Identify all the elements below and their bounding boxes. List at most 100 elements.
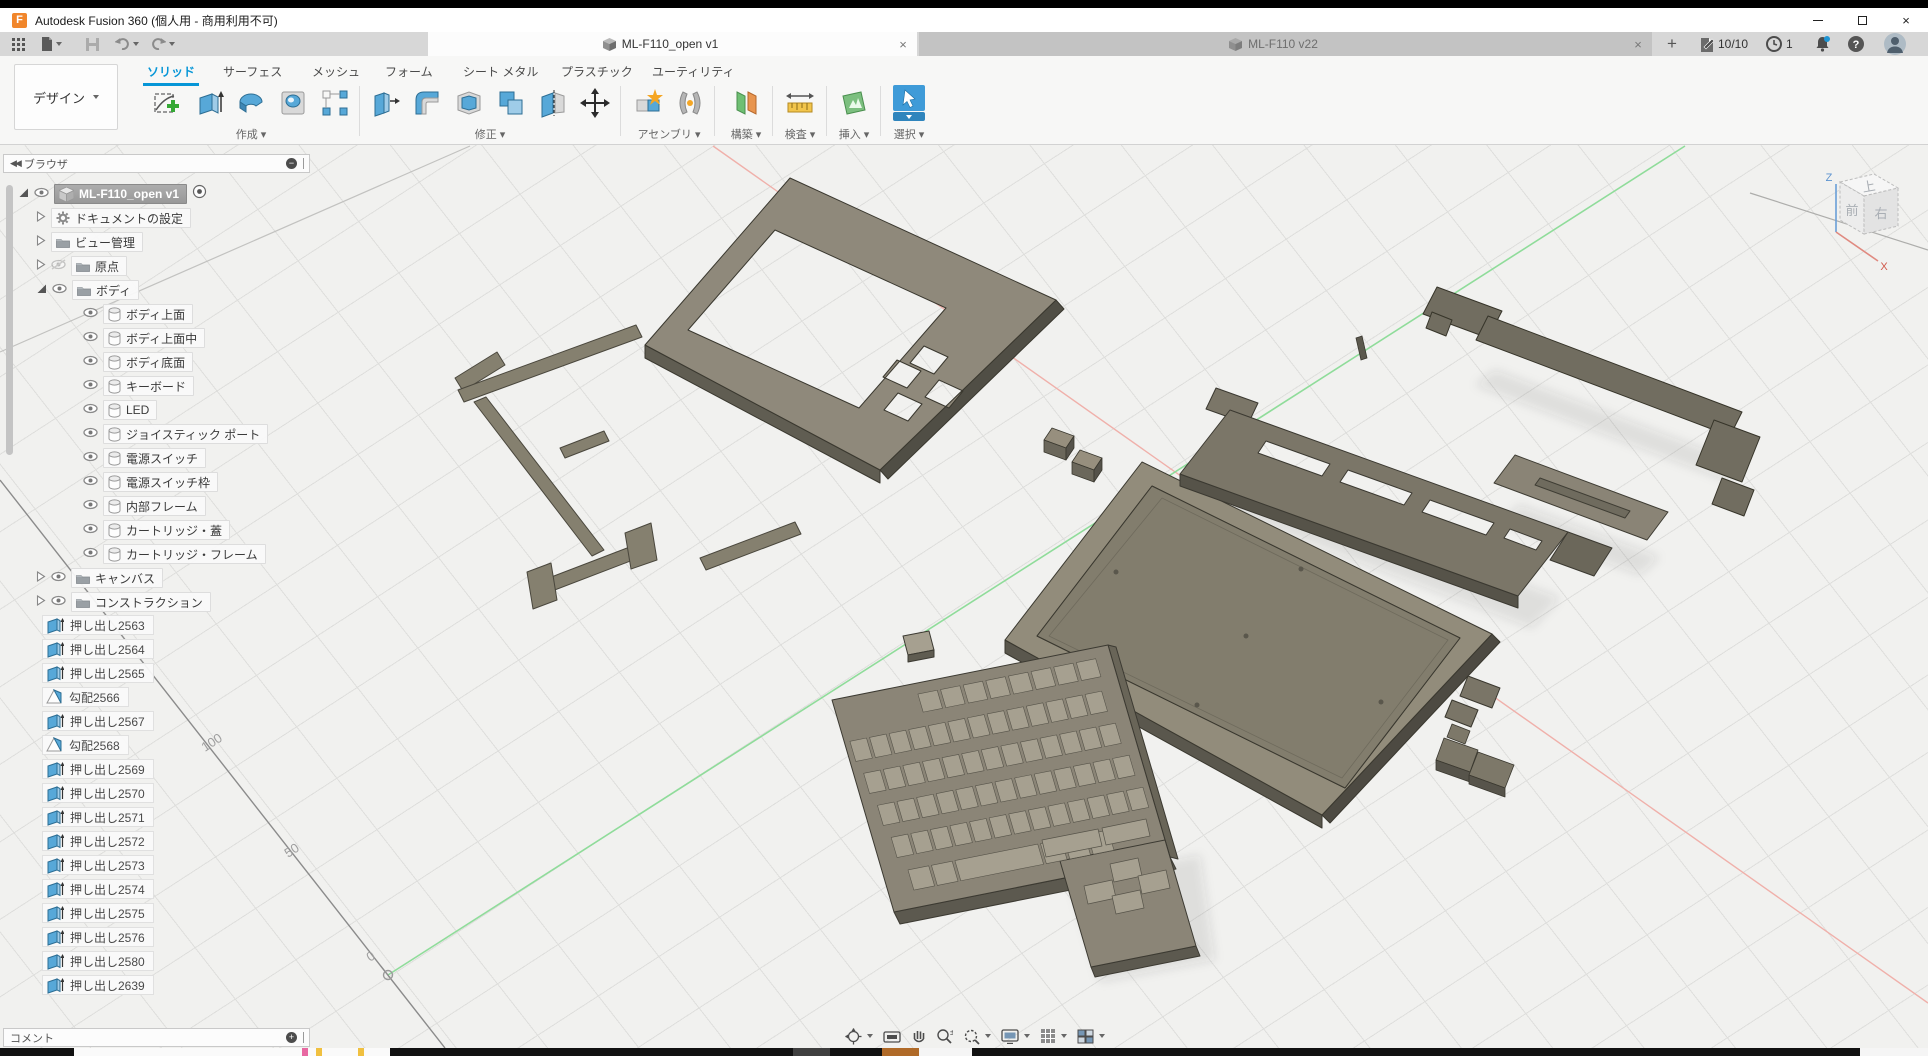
visibility-eye-icon[interactable] xyxy=(83,401,98,419)
feature-row-押し出し2576[interactable]: 押し出し2576 xyxy=(42,926,154,948)
help-button[interactable]: ? xyxy=(1842,32,1870,56)
feature-item[interactable]: 押し出し2565 xyxy=(42,663,154,683)
expanded-expander-icon[interactable] xyxy=(36,281,47,299)
feature-row-押し出し2572[interactable]: 押し出し2572 xyxy=(42,830,154,852)
browser-row-ML-F110_open v1[interactable]: ML-F110_open v1 xyxy=(0,183,207,205)
visibility-eye-icon[interactable] xyxy=(83,353,98,371)
feature-row-押し出し2567[interactable]: 押し出し2567 xyxy=(42,710,154,732)
feature-item[interactable]: 押し出し2570 xyxy=(42,783,154,803)
browser-row-キャンバス[interactable]: キャンバス xyxy=(0,567,163,589)
visibility-eye-icon[interactable] xyxy=(83,377,98,395)
ribbon-group-label[interactable]: 選択 ▾ xyxy=(884,126,934,142)
history-badge[interactable]: 1 xyxy=(1766,32,1793,56)
part-power-switch[interactable] xyxy=(1044,428,1074,460)
feature-item[interactable]: 押し出し2571 xyxy=(42,807,154,827)
tree-item[interactable]: カートリッジ・蓋 xyxy=(103,520,230,540)
tree-item[interactable]: 内部フレーム xyxy=(103,496,206,516)
tree-item[interactable]: ML-F110_open v1 xyxy=(54,184,187,204)
dropdown-caret-icon[interactable] xyxy=(1099,1034,1105,1038)
feature-item[interactable]: 押し出し2576 xyxy=(42,927,154,947)
look-at-tool[interactable] xyxy=(883,1029,901,1044)
ribbon-group-label[interactable]: 構築 ▾ xyxy=(722,126,770,142)
file-menu-button[interactable] xyxy=(36,32,66,56)
feature-row-押し出し2569[interactable]: 押し出し2569 xyxy=(42,758,154,780)
browser-panel-header[interactable]: ◀◀ ブラウザ − xyxy=(3,154,310,173)
tree-item[interactable]: カートリッジ・フレーム xyxy=(103,544,266,564)
tree-item[interactable]: ボディ底面 xyxy=(103,352,193,372)
minimize-button[interactable] xyxy=(1796,8,1840,32)
visibility-eye-icon[interactable] xyxy=(83,449,98,467)
ribbon-tab-6[interactable]: プラスチック xyxy=(557,60,637,83)
insert-icon[interactable] xyxy=(834,82,874,124)
feature-item[interactable]: 押し出し2575 xyxy=(42,903,154,923)
browser-row-ドキュメントの設定[interactable]: ドキュメントの設定 xyxy=(0,207,191,229)
visibility-eye-icon[interactable] xyxy=(51,569,66,587)
close-button[interactable]: × xyxy=(1884,8,1928,32)
browser-row-原点[interactable]: 原点 xyxy=(0,255,127,277)
feature-item[interactable]: 押し出し2569 xyxy=(42,759,154,779)
maximize-button[interactable] xyxy=(1840,8,1884,32)
browser-row-カートリッジ・フレーム[interactable]: カートリッジ・フレーム xyxy=(0,543,266,565)
ribbon-group-label[interactable]: アセンブリ ▾ xyxy=(626,126,712,142)
hole-icon[interactable] xyxy=(273,82,313,124)
feature-row-押し出し2565[interactable]: 押し出し2565 xyxy=(42,662,154,684)
tree-item[interactable]: ビュー管理 xyxy=(51,232,143,252)
visibility-eye-icon[interactable] xyxy=(83,473,98,491)
user-avatar[interactable] xyxy=(1880,32,1910,56)
browser-row-電源スイッチ[interactable]: 電源スイッチ xyxy=(0,447,206,469)
tree-item[interactable]: ボディ xyxy=(72,280,139,300)
ribbon-tab-3[interactable]: メッシュ xyxy=(308,60,364,83)
visibility-eye-icon[interactable] xyxy=(83,497,98,515)
new-tab-button[interactable]: + xyxy=(1658,32,1686,56)
visibility-eye-icon[interactable] xyxy=(34,185,49,203)
tree-item[interactable]: キャンバス xyxy=(71,568,163,588)
feature-row-押し出し2564[interactable]: 押し出し2564 xyxy=(42,638,154,660)
tree-item[interactable]: 電源スイッチ xyxy=(103,448,206,468)
undo-button[interactable] xyxy=(112,32,142,56)
notifications-button[interactable] xyxy=(1808,32,1836,56)
part-led[interactable] xyxy=(1356,336,1367,360)
feature-item[interactable]: 勾配2568 xyxy=(42,735,129,755)
ribbon-tab-2[interactable]: サーフェス xyxy=(219,60,286,83)
part-body-top[interactable] xyxy=(645,178,1064,483)
display-settings-tool[interactable] xyxy=(1001,1029,1030,1044)
tree-item[interactable]: LED xyxy=(103,400,157,420)
collapsed-expander-icon[interactable] xyxy=(36,209,46,227)
collapsed-expander-icon[interactable] xyxy=(36,233,46,251)
visibility-eye-icon[interactable] xyxy=(83,305,98,323)
dropdown-caret-icon[interactable] xyxy=(867,1034,873,1038)
browser-row-コンストラクション[interactable]: コンストラクション xyxy=(0,591,211,613)
feature-item[interactable]: 押し出し2572 xyxy=(42,831,154,851)
browser-row-カートリッジ・蓋[interactable]: カートリッジ・蓋 xyxy=(0,519,230,541)
fillet-icon[interactable] xyxy=(407,82,447,124)
joint-icon[interactable] xyxy=(670,82,710,124)
combine-icon[interactable] xyxy=(491,82,531,124)
app-grid-menu-button[interactable] xyxy=(6,32,30,56)
feature-item[interactable]: 押し出し2580 xyxy=(42,951,154,971)
panel-grip-icon[interactable] xyxy=(303,158,304,169)
grid-display-tool[interactable] xyxy=(1040,1028,1067,1044)
feature-row-勾配2568[interactable]: 勾配2568 xyxy=(42,734,129,756)
pan-tool[interactable] xyxy=(911,1028,926,1044)
pattern-icon[interactable] xyxy=(315,82,355,124)
tree-item[interactable]: ドキュメントの設定 xyxy=(51,208,191,228)
browser-row-ボディ底面[interactable]: ボディ底面 xyxy=(0,351,193,373)
zoom-tool[interactable]: ± xyxy=(936,1028,953,1045)
measure-icon[interactable] xyxy=(780,82,820,124)
orbit-tool[interactable] xyxy=(845,1028,873,1045)
browser-row-ジョイスティック ポート[interactable]: ジョイスティック ポート xyxy=(0,423,268,445)
ribbon-group-label[interactable]: 挿入 ▾ xyxy=(830,126,878,142)
tab-close-icon[interactable]: × xyxy=(1628,34,1648,54)
ribbon-group-label[interactable]: 検査 ▾ xyxy=(776,126,824,142)
collapsed-expander-icon[interactable] xyxy=(36,257,46,275)
dropdown-caret-icon[interactable] xyxy=(1024,1034,1030,1038)
move-icon[interactable] xyxy=(575,82,615,124)
tab-close-icon[interactable]: × xyxy=(893,34,913,54)
visibility-eye-icon[interactable] xyxy=(51,257,66,275)
browser-row-ボディ上面[interactable]: ボディ上面 xyxy=(0,303,193,325)
ribbon-group-label[interactable]: 作成 ▾ xyxy=(145,126,357,142)
browser-row-内部フレーム[interactable]: 内部フレーム xyxy=(0,495,206,517)
save-button[interactable] xyxy=(80,32,104,56)
feature-row-押し出し2580[interactable]: 押し出し2580 xyxy=(42,950,154,972)
window-zoom-tool[interactable] xyxy=(963,1028,991,1045)
